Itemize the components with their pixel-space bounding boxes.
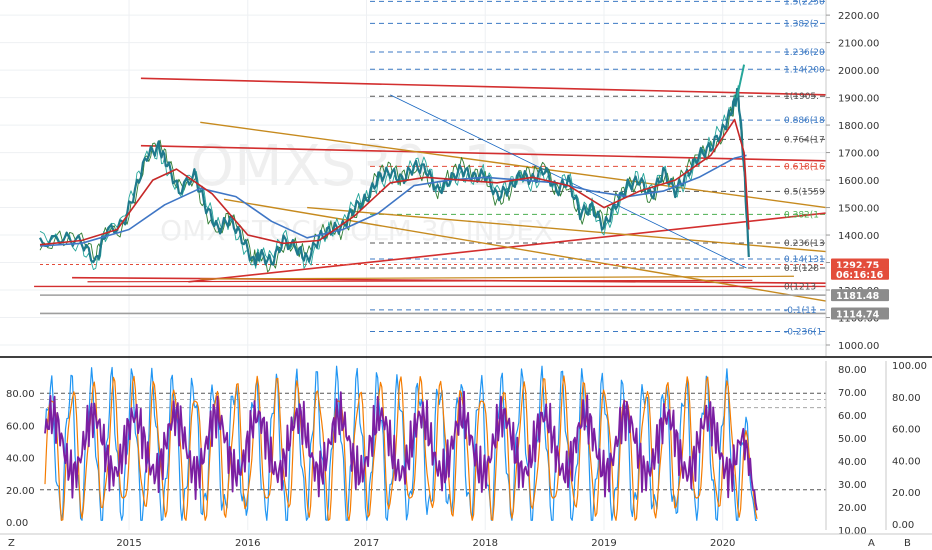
fib-label: 0.1(128 <box>784 264 819 274</box>
osc-mid-tick-label: 50.00 <box>838 434 867 445</box>
osc-mid-tick-label: 10.00 <box>838 526 867 537</box>
main-y-tick-label: 2200.00 <box>838 11 879 22</box>
fib-label: 0.382(1 <box>784 210 819 220</box>
osc-left-tick-label: 40.00 <box>6 454 35 465</box>
chart[interactable]: OMXS30, 1D OMX STOCKHOLM 30 INDEX 1.5(22… <box>0 0 932 550</box>
price-label-text: 06:16:16 <box>836 270 884 281</box>
fib-label: 0(1213 <box>784 282 816 292</box>
osc-mid-tick-label: 30.00 <box>838 480 867 491</box>
osc-mid-tick-label: 60.00 <box>838 411 867 422</box>
main-y-tick-label: 1000.00 <box>838 341 879 352</box>
fib-label: 0.886(18 <box>784 116 825 126</box>
fib-label: -0.1(11 <box>784 306 817 316</box>
osc-left-tick-label: 60.00 <box>6 421 35 432</box>
time-tick-label: 2015 <box>116 538 141 549</box>
osc-left-tick-label: 0.00 <box>6 518 28 529</box>
fib-label: 0.5(1559 <box>784 187 825 197</box>
osc-left-tick-label: 20.00 <box>6 486 35 497</box>
fib-label: -0.236(1 <box>784 328 822 338</box>
time-tick-label: 2016 <box>235 538 260 549</box>
osc-right-tick-label: 40.00 <box>892 456 921 467</box>
osc-right-tick-label: 80.00 <box>892 393 921 404</box>
osc-right-tick-label: 0.00 <box>892 520 914 531</box>
fib-label: 1(1905. <box>784 92 819 102</box>
bottom-tag: A <box>868 538 875 549</box>
fib-label: 1.382(2 <box>784 19 819 29</box>
bottom-tag: Z <box>8 538 15 549</box>
osc-mid-tick-label: 80.00 <box>838 365 867 376</box>
fib-label: 0.236(13 <box>784 239 825 249</box>
fib-label: 1.236(20 <box>784 48 825 58</box>
osc-left-tick-label: 80.00 <box>6 389 35 400</box>
bottom-tag: B <box>904 538 911 549</box>
fib-label: 1.5(2250 <box>784 0 825 7</box>
osc-right-tick-label: 60.00 <box>892 425 921 436</box>
price-label-text: 1181.48 <box>836 291 880 302</box>
osc-mid-tick-label: 40.00 <box>838 457 867 468</box>
osc-right-tick-label: 20.00 <box>892 488 921 499</box>
time-tick-label: 2020 <box>710 538 735 549</box>
osc-right-tick-label: 100.00 <box>892 361 927 372</box>
main-y-tick-label: 2100.00 <box>838 39 879 50</box>
time-tick-label: 2017 <box>354 538 379 549</box>
time-tick-label: 2019 <box>591 538 616 549</box>
fib-label: 1.14(200 <box>784 65 825 75</box>
price-label-text: 1114.74 <box>836 309 880 320</box>
fib-label: 0.764(17 <box>784 135 825 145</box>
main-y-tick-label: 1800.00 <box>838 121 879 132</box>
main-y-tick-label: 1700.00 <box>838 149 879 160</box>
main-y-tick-label: 1600.00 <box>838 176 879 187</box>
main-y-tick-label: 1500.00 <box>838 204 879 215</box>
fib-label: 0.618(16 <box>784 162 825 172</box>
main-y-tick-label: 2000.00 <box>838 66 879 77</box>
price-labels: 1292.7506:16:161181.481114.74 <box>831 258 889 320</box>
main-y-tick-label: 1900.00 <box>838 94 879 105</box>
time-tick-label: 2018 <box>473 538 498 549</box>
osc-mid-tick-label: 70.00 <box>838 388 867 399</box>
osc-mid-tick-label: 20.00 <box>838 503 867 514</box>
main-y-tick-label: 1400.00 <box>838 231 879 242</box>
